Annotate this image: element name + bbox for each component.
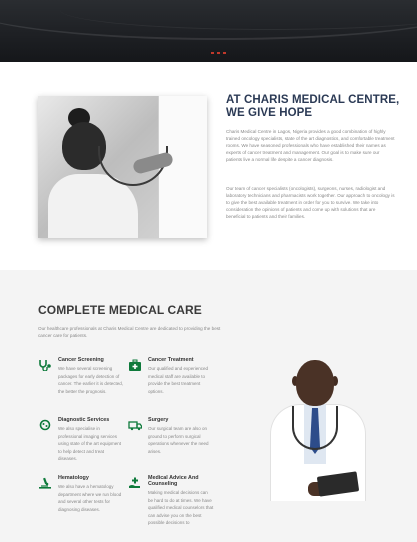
service-title: Hematology [58, 475, 89, 481]
intro-title: AT CHARIS MEDICAL CENTRE, WE GIVE HOPE [226, 94, 400, 119]
service-text: Making medical decisions can be hard to … [148, 490, 214, 525]
stethoscope-icon [39, 360, 51, 371]
microscope-icon [39, 477, 51, 489]
slider-dots[interactable] [211, 52, 226, 54]
service-text: Our qualified and experienced medical st… [148, 366, 209, 394]
intro-paragraph: Our team of cancer specialists (oncologi… [226, 186, 395, 219]
medical-bag-icon [129, 359, 141, 371]
doctor-photo [266, 346, 370, 501]
slider-dot[interactable] [223, 52, 226, 54]
service-text: We have several screening packages for e… [58, 366, 123, 394]
virus-icon [39, 419, 51, 431]
service-title: Surgery [148, 417, 169, 423]
service-title: Cancer Screening [58, 357, 104, 363]
care-title: COMPLETE MEDICAL CARE [38, 303, 202, 317]
ambulance-icon [128, 421, 142, 431]
service-title: Cancer Treatment [148, 357, 194, 363]
hero-slider [0, 0, 417, 62]
hand-care-icon [129, 477, 140, 488]
slider-dot[interactable] [217, 52, 220, 54]
service-text: Our surgical team are also on ground to … [148, 426, 209, 454]
service-text: We also specialise in professional imagi… [58, 426, 122, 461]
intro-section: AT CHARIS MEDICAL CENTRE, WE GIVE HOPE C… [0, 62, 417, 270]
intro-paragraph: Charis Medical Centre in Lagos, Nigeria … [226, 129, 395, 162]
service-title: Medical Advice And Counseling [148, 475, 199, 487]
service-text: We also have a hematology department whe… [58, 484, 122, 512]
slider-dot[interactable] [211, 52, 214, 54]
care-lead: Our healthcare professionals at Charis M… [38, 326, 221, 338]
service-title: Diagnostic Services [58, 417, 110, 423]
doctor-child-photo [38, 96, 207, 238]
